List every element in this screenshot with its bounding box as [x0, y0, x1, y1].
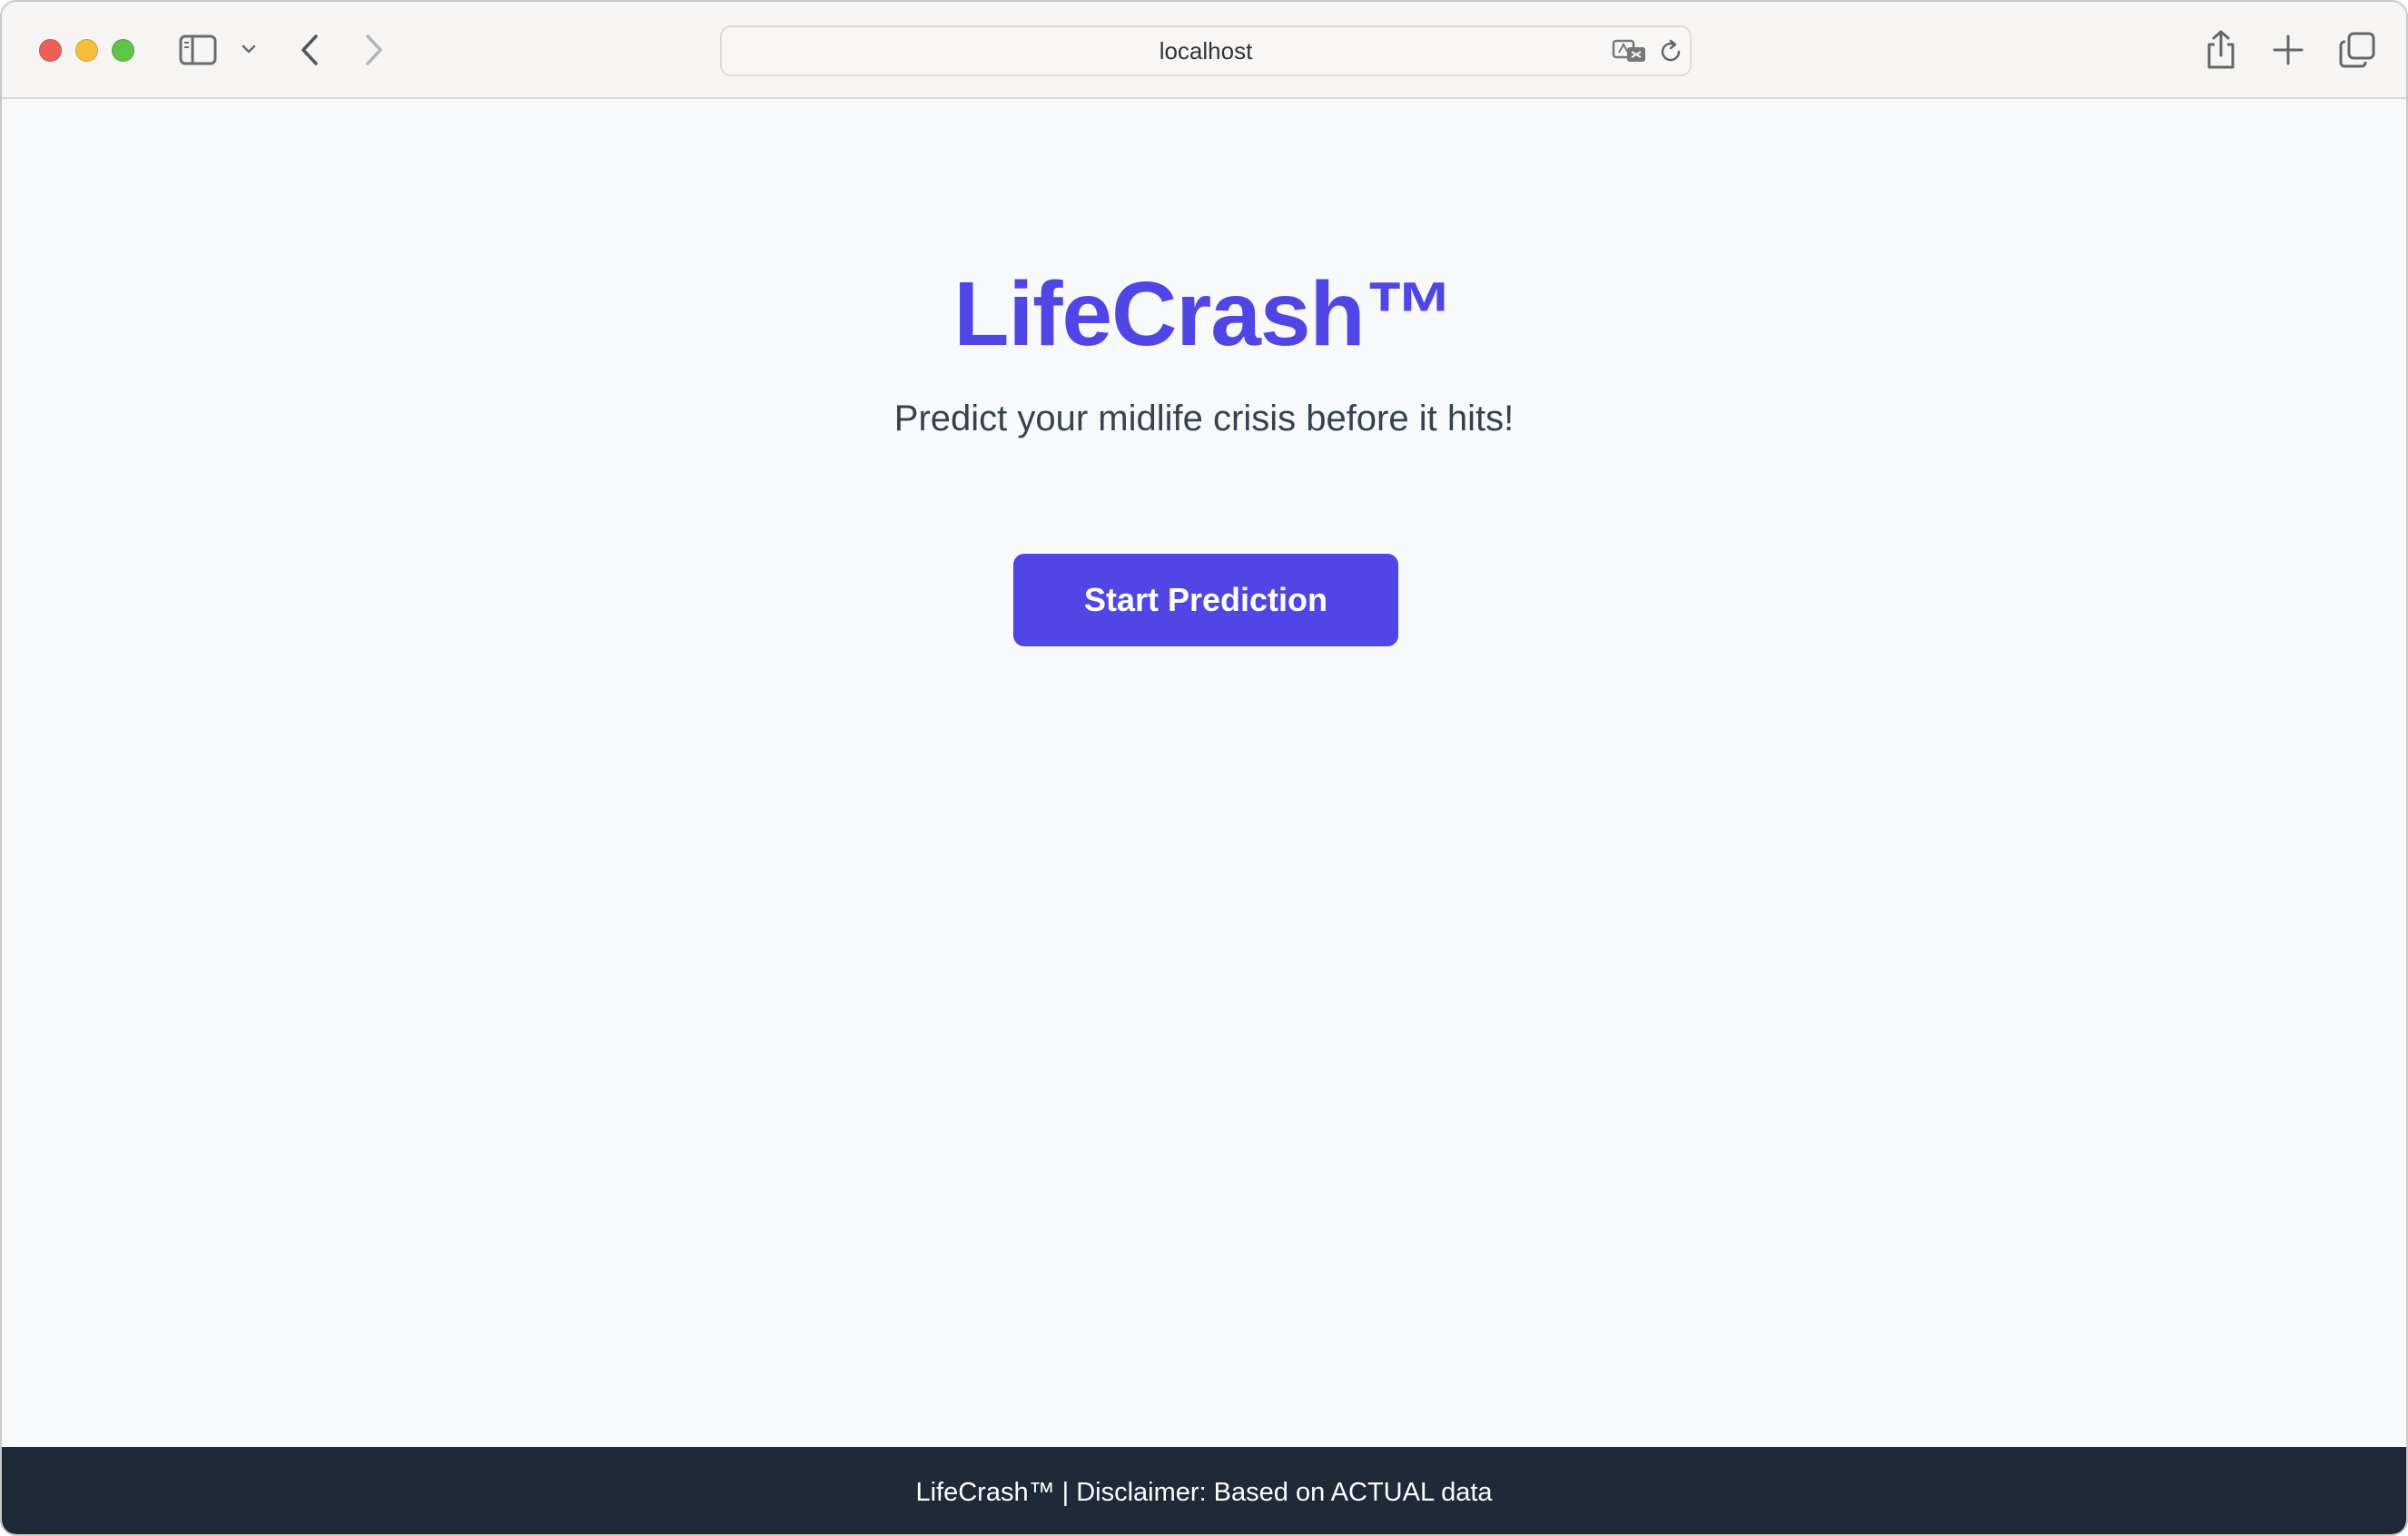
page-title: LifeCrash™ — [953, 263, 1455, 365]
page-footer: LifeCrash™ | Disclaimer: Based on ACTUAL… — [2, 1447, 2406, 1534]
url-text[interactable]: localhost — [722, 27, 1690, 74]
browser-window: localhost LifeCrash™ Predict your midlif… — [0, 0, 2408, 1536]
translate-icon[interactable] — [1612, 38, 1648, 65]
browser-toolbar: localhost — [2, 2, 2406, 99]
sidebar-icon[interactable] — [179, 34, 217, 65]
start-prediction-button[interactable]: Start Prediction — [1013, 554, 1398, 646]
close-window-button[interactable] — [39, 39, 62, 62]
footer-text: LifeCrash™ | Disclaimer: Based on ACTUAL… — [915, 1478, 1493, 1507]
address-bar[interactable]: localhost — [720, 25, 1692, 76]
tab-overview-icon[interactable] — [2338, 31, 2376, 69]
new-tab-icon[interactable] — [2271, 33, 2305, 67]
back-icon[interactable] — [298, 33, 321, 67]
forward-icon[interactable] — [362, 33, 386, 67]
page-content: LifeCrash™ Predict your midlife crisis b… — [2, 99, 2406, 1447]
minimize-window-button[interactable] — [75, 39, 98, 62]
chevron-down-icon[interactable] — [240, 40, 258, 58]
reload-icon[interactable] — [1657, 38, 1684, 65]
share-icon[interactable] — [2203, 29, 2239, 71]
page-subtitle: Predict your midlife crisis before it hi… — [893, 399, 1515, 438]
zoom-window-button[interactable] — [112, 39, 134, 62]
